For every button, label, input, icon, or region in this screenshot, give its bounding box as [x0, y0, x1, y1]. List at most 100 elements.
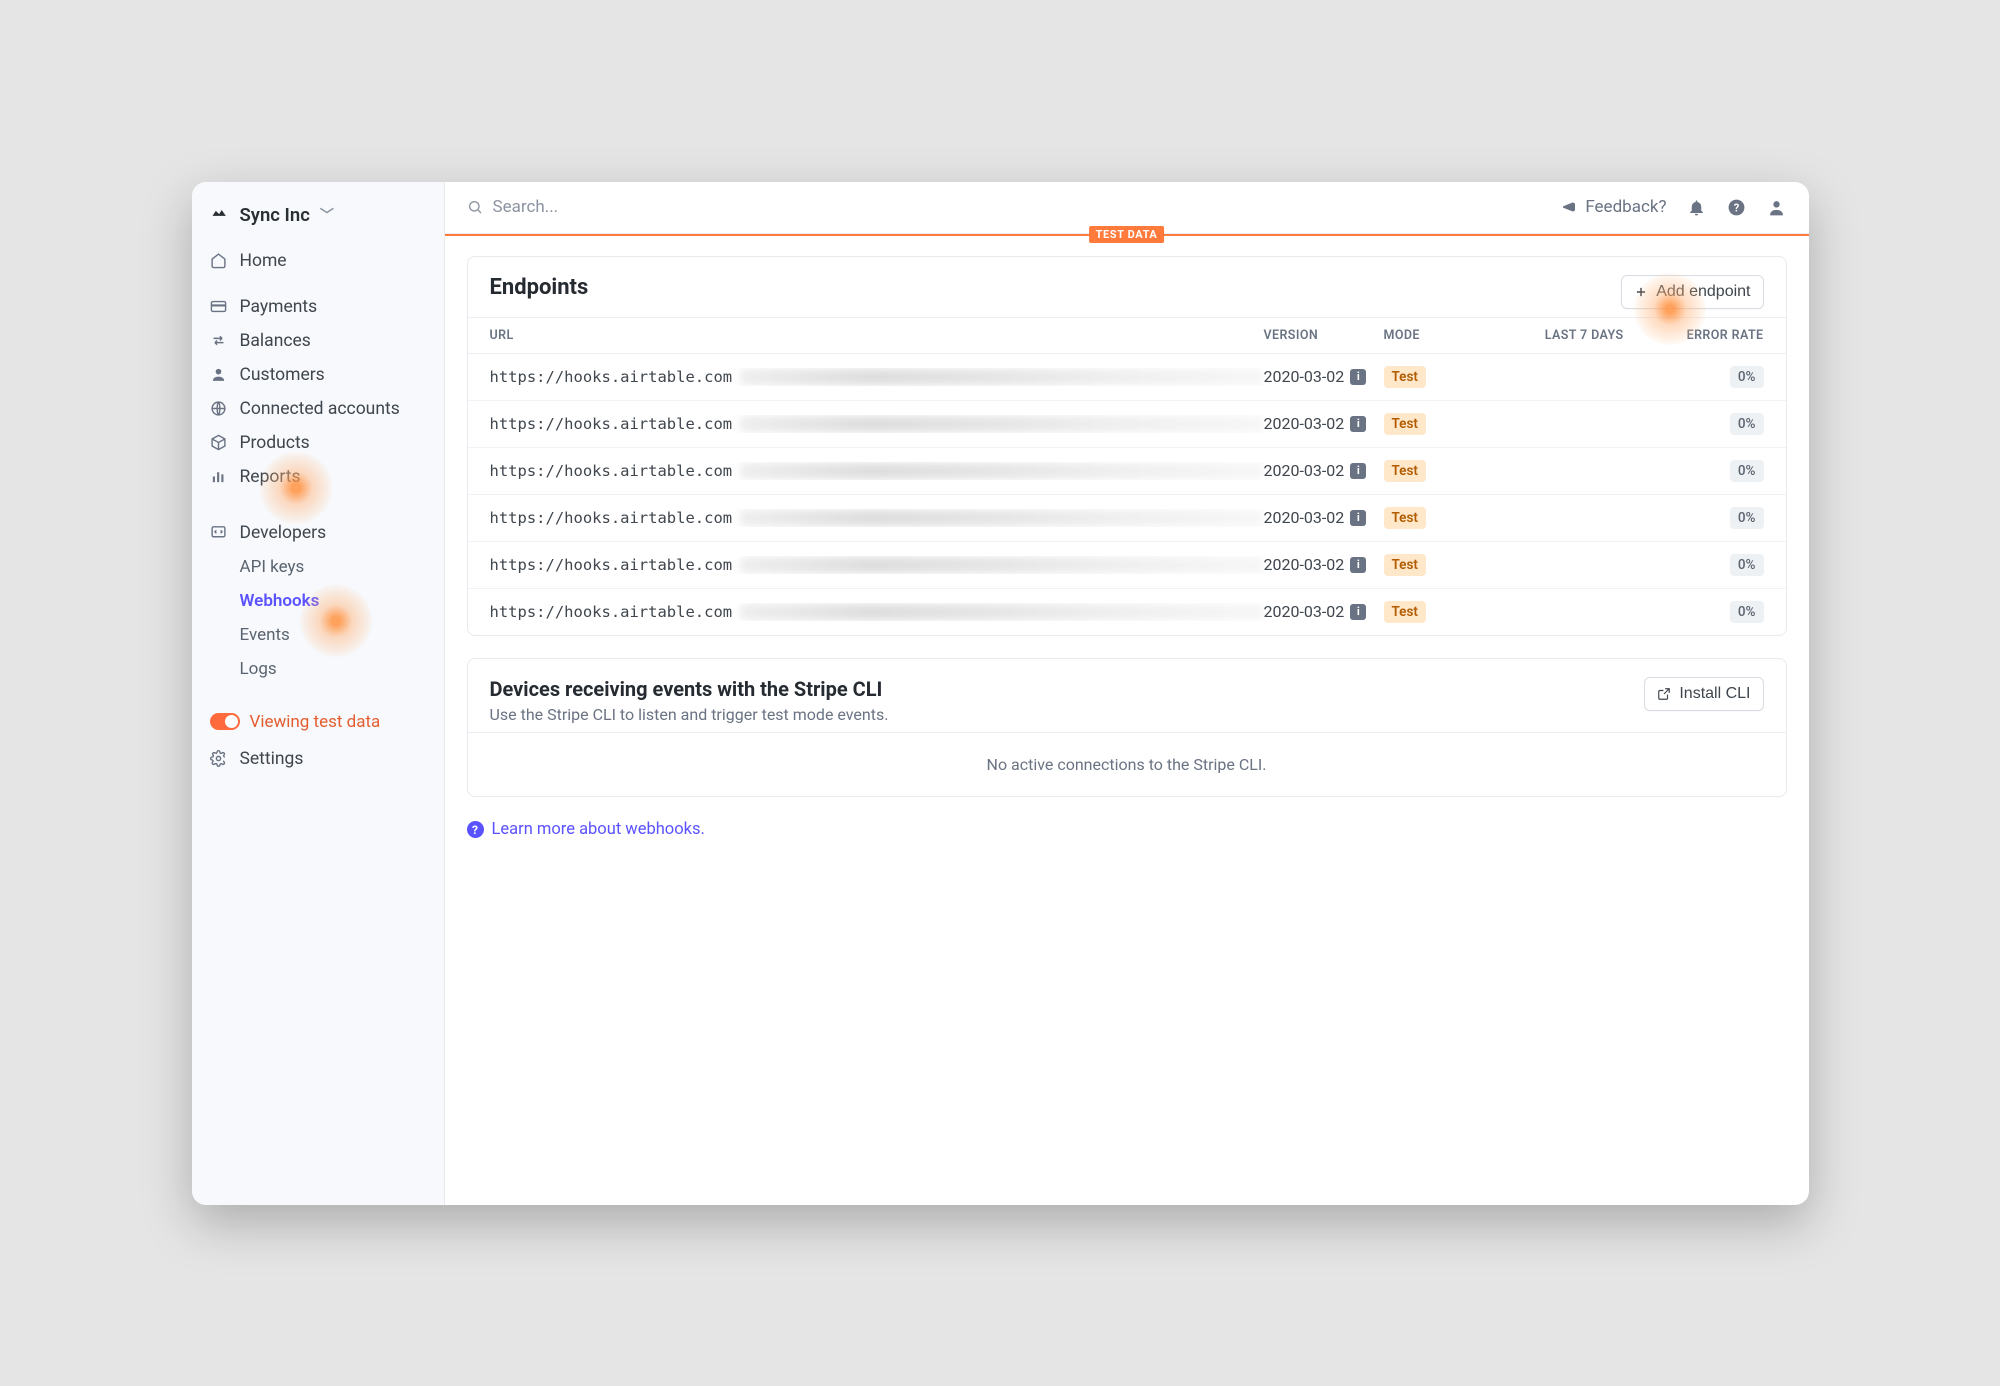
main-content: Search... Feedback? ? TEST DATA Endpoint… [445, 182, 1809, 1205]
home-icon [210, 252, 228, 270]
add-endpoint-button[interactable]: Add endpoint [1621, 275, 1763, 309]
endpoint-url: https://hooks.airtable.com [490, 556, 733, 574]
endpoint-error-cell: 0% [1624, 366, 1764, 388]
endpoint-url-cell: https://hooks.airtable.com [490, 368, 1264, 386]
sidebar-item-payments[interactable]: Payments [192, 290, 444, 324]
mode-badge: Test [1384, 413, 1426, 435]
endpoint-row[interactable]: https://hooks.airtable.com 2020-03-02 i … [468, 354, 1786, 401]
endpoint-url-cell: https://hooks.airtable.com [490, 603, 1264, 621]
cli-subtitle: Use the Stripe CLI to listen and trigger… [490, 705, 889, 724]
org-logo-icon [210, 205, 230, 225]
info-icon[interactable]: i [1350, 416, 1366, 432]
sidebar-item-developers[interactable]: Developers [192, 516, 444, 550]
sidebar-item-settings[interactable]: Settings [192, 742, 444, 776]
endpoint-version: 2020-03-02 [1264, 602, 1345, 621]
info-icon[interactable]: i [1350, 604, 1366, 620]
sidebar-sub-webhooks[interactable]: Webhooks [192, 584, 444, 618]
sidebar-item-balances[interactable]: Balances [192, 324, 444, 358]
endpoint-url: https://hooks.airtable.com [490, 415, 733, 433]
account-switcher[interactable]: Sync Inc ﹀ [192, 194, 444, 238]
cli-card: Devices receiving events with the Stripe… [467, 658, 1787, 797]
plus-icon [1634, 285, 1648, 299]
feedback-link[interactable]: Feedback? [1561, 197, 1666, 217]
learn-more-link[interactable]: ? Learn more about webhooks. [467, 820, 705, 839]
col-mode: MODE [1384, 328, 1494, 343]
url-redacted [740, 557, 1263, 573]
profile-button[interactable] [1767, 197, 1787, 217]
search-input[interactable]: Search... [467, 197, 559, 217]
sidebar-sub-apikeys[interactable]: API keys [192, 550, 444, 584]
megaphone-icon [1561, 199, 1577, 215]
endpoint-mode-cell: Test [1384, 413, 1494, 435]
sidebar-item-reports[interactable]: Reports [192, 460, 444, 494]
mode-badge: Test [1384, 460, 1426, 482]
nav-label: Balances [240, 331, 311, 351]
endpoint-version: 2020-03-02 [1264, 508, 1345, 527]
error-rate-badge: 0% [1730, 554, 1764, 576]
nav-label: Settings [240, 749, 304, 769]
endpoint-url-cell: https://hooks.airtable.com [490, 509, 1264, 527]
sidebar: Sync Inc ﹀ Home Payments Balances Custom… [192, 182, 445, 1205]
endpoint-row[interactable]: https://hooks.airtable.com 2020-03-02 i … [468, 401, 1786, 448]
sidebar-sub-logs[interactable]: Logs [192, 652, 444, 686]
url-redacted [740, 510, 1263, 526]
gear-icon [210, 750, 228, 768]
endpoint-error-cell: 0% [1624, 554, 1764, 576]
svg-text:?: ? [1734, 201, 1740, 214]
help-icon: ? [467, 821, 484, 838]
sidebar-item-products[interactable]: Products [192, 426, 444, 460]
endpoint-url: https://hooks.airtable.com [490, 368, 733, 386]
info-icon[interactable]: i [1350, 510, 1366, 526]
nav-label: Logs [240, 659, 277, 679]
info-icon[interactable]: i [1350, 369, 1366, 385]
endpoint-version-cell: 2020-03-02 i [1264, 508, 1384, 527]
code-icon [210, 524, 228, 542]
endpoint-row[interactable]: https://hooks.airtable.com 2020-03-02 i … [468, 448, 1786, 495]
install-cli-button[interactable]: Install CLI [1644, 677, 1763, 711]
help-button[interactable]: ? [1727, 197, 1747, 217]
col-last7: LAST 7 DAYS [1494, 328, 1624, 343]
endpoint-error-cell: 0% [1624, 601, 1764, 623]
nav-label: Products [240, 433, 310, 453]
endpoint-row[interactable]: https://hooks.airtable.com 2020-03-02 i … [468, 542, 1786, 589]
sidebar-sub-events[interactable]: Events [192, 618, 444, 652]
notifications-button[interactable] [1687, 197, 1707, 217]
endpoint-row[interactable]: https://hooks.airtable.com 2020-03-02 i … [468, 495, 1786, 542]
feedback-label: Feedback? [1585, 197, 1666, 217]
error-rate-badge: 0% [1730, 366, 1764, 388]
test-mode-toggle[interactable] [210, 713, 240, 730]
mode-badge: Test [1384, 554, 1426, 576]
external-link-icon [1657, 687, 1671, 701]
error-rate-badge: 0% [1730, 460, 1764, 482]
sidebar-item-home[interactable]: Home [192, 244, 444, 278]
app-window: Sync Inc ﹀ Home Payments Balances Custom… [192, 182, 1809, 1205]
info-icon[interactable]: i [1350, 463, 1366, 479]
sidebar-item-customers[interactable]: Customers [192, 358, 444, 392]
endpoint-mode-cell: Test [1384, 554, 1494, 576]
endpoint-version-cell: 2020-03-02 i [1264, 461, 1384, 480]
account-name: Sync Inc [240, 204, 310, 226]
customer-icon [210, 366, 228, 384]
topbar-actions: Feedback? ? [1561, 197, 1786, 217]
error-rate-badge: 0% [1730, 413, 1764, 435]
cli-empty-state: No active connections to the Stripe CLI. [468, 732, 1786, 796]
test-mode-toggle-row: Viewing test data [192, 702, 444, 742]
nav-label: Payments [240, 297, 318, 317]
search-icon [467, 199, 483, 215]
endpoint-version-cell: 2020-03-02 i [1264, 555, 1384, 574]
endpoint-version: 2020-03-02 [1264, 367, 1345, 386]
info-icon[interactable]: i [1350, 557, 1366, 573]
endpoint-url-cell: https://hooks.airtable.com [490, 462, 1264, 480]
chevron-down-icon: ﹀ [320, 205, 334, 225]
btn-label: Install CLI [1679, 685, 1750, 703]
endpoint-row[interactable]: https://hooks.airtable.com 2020-03-02 i … [468, 589, 1786, 635]
endpoint-version-cell: 2020-03-02 i [1264, 414, 1384, 433]
link-text: Learn more about webhooks. [492, 820, 705, 839]
error-rate-badge: 0% [1730, 601, 1764, 623]
endpoint-version-cell: 2020-03-02 i [1264, 602, 1384, 621]
mode-badge: Test [1384, 507, 1426, 529]
nav-label: API keys [240, 557, 305, 577]
endpoint-mode-cell: Test [1384, 460, 1494, 482]
sidebar-item-connected[interactable]: Connected accounts [192, 392, 444, 426]
nav-label: Reports [240, 467, 301, 487]
